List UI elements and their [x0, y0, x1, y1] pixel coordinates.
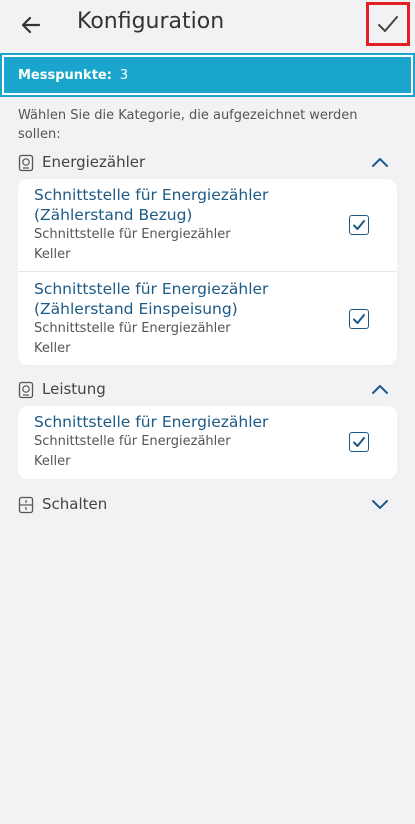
messpunkte-label: Messpunkte: [18, 67, 112, 83]
intro-text: Wählen Sie die Kategorie, die aufgezeich… [18, 108, 358, 142]
item-location: Keller [34, 247, 71, 262]
item-subtitle: Schnittstelle für Energiezähler [34, 321, 231, 336]
arrow-left-icon [21, 16, 41, 34]
back-button[interactable] [18, 12, 44, 38]
list-item[interactable]: Schnittstelle für Energiezähler Schnitts… [18, 406, 397, 479]
messpunkte-bar: Messpunkte: 3 [0, 53, 415, 97]
item-title: Schnittstelle für Energiezähler [34, 413, 269, 431]
app-header: Konfiguration [0, 0, 415, 52]
item-checkbox[interactable] [349, 215, 369, 235]
category-label: Leistung [42, 380, 106, 398]
category-label: Schalten [42, 495, 108, 513]
chevron-up-icon[interactable] [370, 155, 390, 169]
category-header-energiezaehler[interactable]: Energiezähler [0, 151, 415, 175]
category-card-energiezaehler: Schnittstelle für Energiezähler (Zählers… [18, 179, 397, 365]
page-title: Konfiguration [77, 9, 225, 34]
meter-icon [18, 154, 34, 172]
item-title: Schnittstelle für Energiezähler [34, 186, 269, 204]
checkmark-icon [353, 314, 365, 324]
category-label: Energiezähler [42, 153, 146, 171]
confirm-button[interactable] [366, 2, 410, 46]
item-subtitle: Schnittstelle für Energiezähler [34, 227, 231, 242]
list-item[interactable]: Schnittstelle für Energiezähler (Zählers… [18, 179, 397, 271]
switch-box-icon [18, 496, 34, 514]
item-title-line2: (Zählerstand Bezug) [34, 206, 193, 224]
chevron-down-icon[interactable] [370, 497, 390, 511]
list-item[interactable]: Schnittstelle für Energiezähler (Zählers… [18, 272, 397, 365]
item-checkbox[interactable] [349, 432, 369, 452]
checkmark-icon [353, 437, 365, 447]
item-title: Schnittstelle für Energiezähler [34, 280, 269, 298]
checkmark-icon [353, 220, 365, 230]
category-header-leistung[interactable]: Leistung [0, 378, 415, 402]
item-location: Keller [34, 454, 71, 469]
chevron-up-icon[interactable] [370, 382, 390, 396]
category-header-schalten[interactable]: Schalten [0, 493, 415, 517]
item-title-line2: (Zählerstand Einspeisung) [34, 300, 238, 318]
meter-icon [18, 381, 34, 399]
item-location: Keller [34, 341, 71, 356]
category-card-leistung: Schnittstelle für Energiezähler Schnitts… [18, 406, 397, 479]
item-checkbox[interactable] [349, 309, 369, 329]
item-subtitle: Schnittstelle für Energiezähler [34, 434, 231, 449]
checkmark-icon [378, 16, 398, 32]
messpunkte-value: 3 [119, 67, 129, 83]
